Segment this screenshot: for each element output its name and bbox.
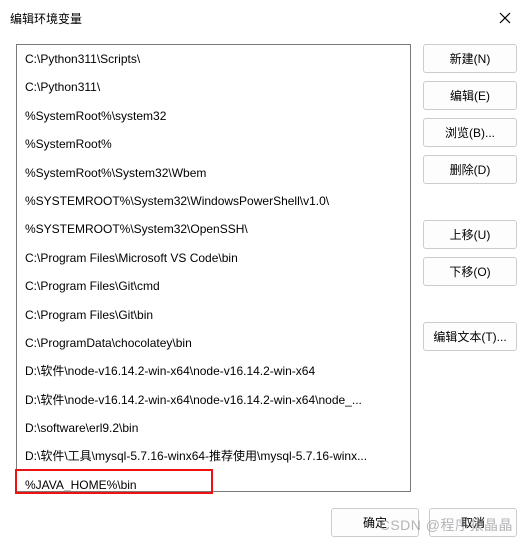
move-down-button[interactable]: 下移(O) <box>423 257 517 286</box>
ok-button[interactable]: 确定 <box>331 508 419 537</box>
edit-button[interactable]: 编辑(E) <box>423 81 517 110</box>
list-item[interactable]: C:\ProgramData\chocolatey\bin <box>17 329 410 357</box>
browse-button[interactable]: 浏览(B)... <box>423 118 517 147</box>
list-item[interactable]: %SYSTEMROOT%\System32\OpenSSH\ <box>17 215 410 243</box>
new-button[interactable]: 新建(N) <box>423 44 517 73</box>
list-item[interactable]: %JAVA_HOME%\bin <box>17 471 410 492</box>
list-item[interactable]: %SystemRoot% <box>17 130 410 158</box>
footer-buttons: 确定 取消 <box>331 508 517 537</box>
list-item[interactable]: C:\Program Files\Microsoft VS Code\bin <box>17 244 410 272</box>
list-item[interactable]: D:\软件\node-v16.14.2-win-x64\node-v16.14.… <box>17 357 410 385</box>
delete-button[interactable]: 删除(D) <box>423 155 517 184</box>
list-item[interactable]: C:\Program Files\Git\bin <box>17 301 410 329</box>
list-item[interactable]: %SystemRoot%\system32 <box>17 102 410 130</box>
title-bar: 编辑环境变量 <box>0 0 527 36</box>
close-button[interactable] <box>493 6 517 30</box>
edit-text-button[interactable]: 编辑文本(T)... <box>423 322 517 351</box>
list-item[interactable]: C:\Python311\Scripts\ <box>17 45 410 73</box>
cancel-button[interactable]: 取消 <box>429 508 517 537</box>
dialog-body: C:\Python311\Scripts\C:\Python311\%Syste… <box>0 36 527 494</box>
list-item[interactable]: D:\软件\node-v16.14.2-win-x64\node-v16.14.… <box>17 386 410 414</box>
list-item[interactable]: %SYSTEMROOT%\System32\WindowsPowerShell\… <box>17 187 410 215</box>
path-listbox[interactable]: C:\Python311\Scripts\C:\Python311\%Syste… <box>16 44 411 492</box>
list-item[interactable]: %SystemRoot%\System32\Wbem <box>17 159 410 187</box>
list-item[interactable]: C:\Python311\ <box>17 73 410 101</box>
dialog-title: 编辑环境变量 <box>10 10 82 27</box>
list-item[interactable]: D:\software\erl9.2\bin <box>17 414 410 442</box>
move-up-button[interactable]: 上移(U) <box>423 220 517 249</box>
side-buttons: 新建(N) 编辑(E) 浏览(B)... 删除(D) 上移(U) 下移(O) 编… <box>423 44 517 494</box>
list-item[interactable]: D:\软件\工具\mysql-5.7.16-winx64-推荐使用\mysql-… <box>17 442 410 470</box>
list-item[interactable]: C:\Program Files\Git\cmd <box>17 272 410 300</box>
